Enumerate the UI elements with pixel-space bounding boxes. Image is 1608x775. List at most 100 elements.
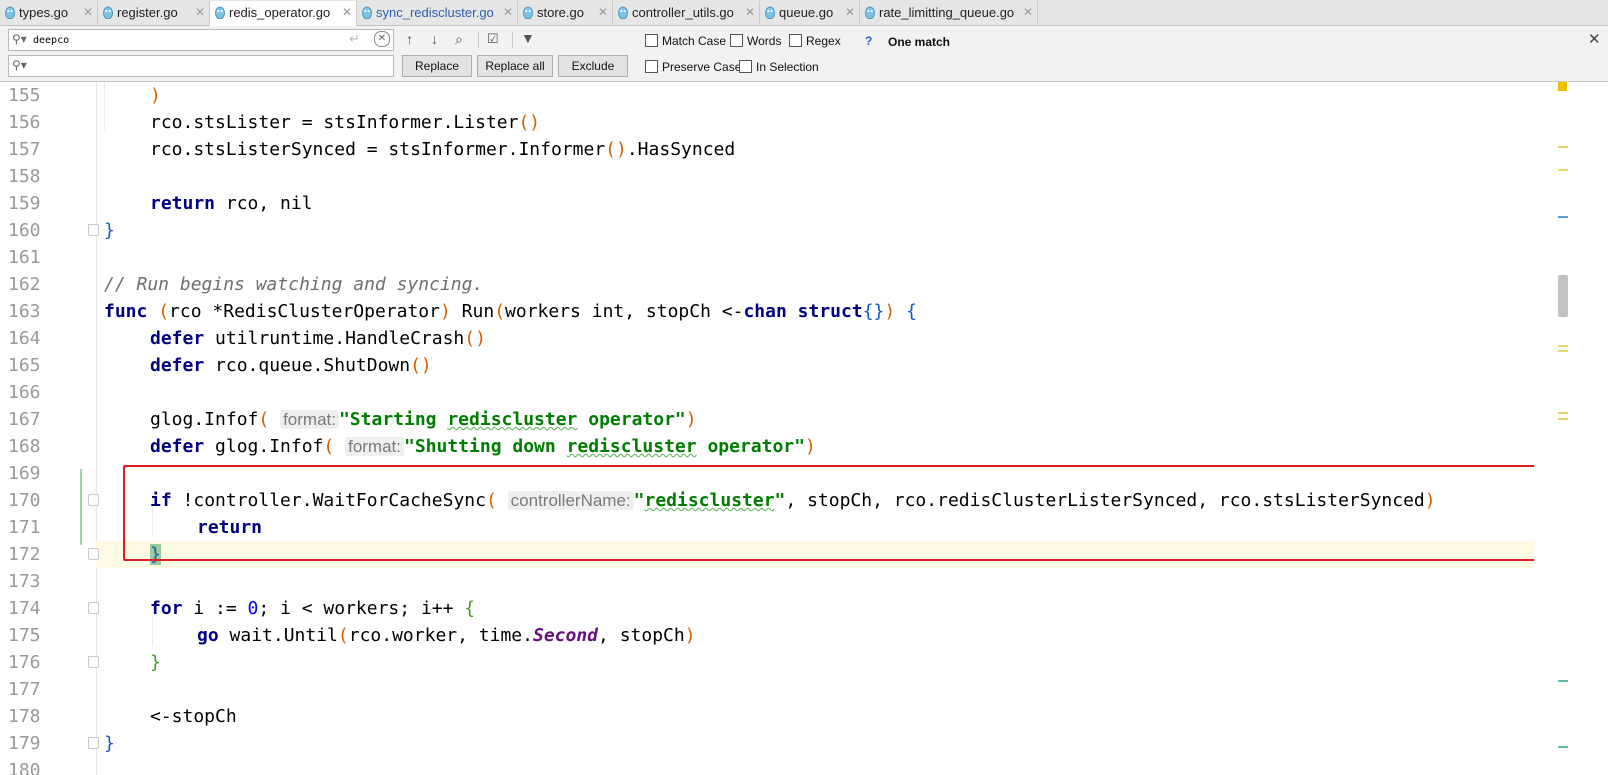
tab-close-icon[interactable]: ✕	[598, 1, 608, 24]
code-line-164: 164 defer utilruntime.HandleCrash()	[0, 325, 1570, 352]
tab-label: controller_utils.go	[632, 5, 734, 20]
code-line-165: 165 defer rco.queue.ShutDown()	[0, 352, 1570, 379]
tab-close-icon[interactable]: ✕	[1023, 1, 1033, 24]
code-editor[interactable]: 155 ) 156 rco.stsLister = stsInformer.Li…	[0, 82, 1608, 775]
code-line-168: 168 defer glog.Infof( format: "Shutting d…	[0, 433, 1570, 460]
match-case-checkbox[interactable]: Match Case	[645, 34, 726, 48]
match-count: One match	[888, 35, 951, 49]
error-stripe[interactable]	[1534, 82, 1568, 775]
stripe-marker[interactable]	[1558, 350, 1568, 352]
fold-icon[interactable]	[88, 548, 99, 560]
tab-rate-limitting-queue-go[interactable]: rate_limitting_queue.go ✕	[860, 1, 1038, 24]
tab-close-icon[interactable]: ✕	[845, 1, 855, 24]
stripe-marker[interactable]	[1558, 418, 1568, 420]
line-number: 167	[8, 409, 41, 430]
fold-icon[interactable]	[88, 224, 99, 236]
code-text: defer rco.queue.ShutDown()	[150, 355, 432, 376]
line-number: 177	[8, 679, 41, 700]
line-number: 166	[8, 382, 41, 403]
replace-input[interactable]	[33, 58, 333, 74]
go-gopher-icon	[5, 6, 15, 19]
filter-icon[interactable]: ▼	[521, 30, 535, 46]
code-line-175: 175 go wait.Until(rco.worker, time.Secon…	[0, 622, 1570, 649]
next-occurrence-icon[interactable]: ↓	[431, 31, 438, 47]
regex-checkbox[interactable]: Regex	[789, 34, 841, 48]
search-input[interactable]	[33, 32, 333, 48]
warning-indicator-icon[interactable]	[1558, 82, 1567, 91]
clear-search-icon[interactable]: ✕	[374, 31, 390, 47]
stripe-marker[interactable]	[1558, 216, 1568, 218]
tab-close-icon[interactable]: ✕	[83, 1, 93, 24]
fold-icon[interactable]	[88, 656, 99, 668]
line-number: 165	[8, 355, 41, 376]
tab-queue-go[interactable]: queue.go ✕	[760, 1, 860, 24]
newline-icon[interactable]: ↵	[349, 31, 360, 47]
code-text: glog.Infof( format: "Starting rediscluste…	[150, 409, 697, 430]
fold-icon[interactable]	[88, 494, 99, 506]
stripe-marker[interactable]	[1558, 412, 1568, 414]
tab-close-icon[interactable]: ✕	[195, 1, 205, 24]
fold-icon[interactable]	[88, 602, 99, 614]
line-number: 162	[8, 274, 41, 295]
line-number: 164	[8, 328, 41, 349]
scrollbar-thumb[interactable]	[1558, 275, 1568, 317]
code-text: rco.stsListerSynced = stsInformer.Inform…	[150, 139, 736, 160]
code-text: for i := 0; i < workers; i++ {	[150, 598, 476, 619]
code-line-157: 157 rco.stsListerSynced = stsInformer.In…	[0, 136, 1570, 163]
line-number: 159	[8, 193, 41, 214]
fold-icon[interactable]	[88, 737, 99, 749]
tab-types-go[interactable]: types.go ✕	[0, 1, 98, 24]
code-line-162: 162 // Run begins watching and syncing.	[0, 271, 1570, 298]
tab-close-icon[interactable]: ✕	[503, 1, 513, 24]
stripe-marker[interactable]	[1558, 146, 1568, 148]
stripe-marker[interactable]	[1558, 680, 1568, 682]
close-icon[interactable]: ✕	[1588, 30, 1601, 48]
parameter-hint: format:	[345, 437, 404, 456]
stripe-marker[interactable]	[1558, 169, 1568, 171]
tab-store-go[interactable]: store.go ✕	[518, 1, 613, 24]
stripe-marker[interactable]	[1558, 746, 1568, 748]
gutter-line-172: 172	[0, 541, 99, 568]
search-field[interactable]: ⚲▾ ↵ ✕	[8, 29, 394, 51]
code-text: }	[104, 220, 115, 241]
go-gopher-icon	[215, 6, 225, 19]
toolbar-separator	[512, 32, 513, 48]
select-all-occurrences-icon[interactable]: ☑	[487, 31, 499, 47]
go-gopher-icon	[362, 6, 372, 19]
line-number: 170	[8, 490, 41, 511]
go-gopher-icon	[618, 6, 628, 19]
tab-controller-utils-go[interactable]: controller_utils.go ✕	[613, 1, 760, 24]
stripe-marker[interactable]	[1558, 345, 1568, 347]
tab-close-icon[interactable]: ✕	[342, 1, 352, 24]
in-selection-checkbox[interactable]: In Selection	[739, 60, 819, 74]
line-number: 175	[8, 625, 41, 646]
tab-redis-operator-go[interactable]: redis_operator.go ✕	[210, 1, 357, 26]
replace-button[interactable]: Replace	[402, 55, 472, 77]
tab-label: sync_rediscluster.go	[376, 5, 494, 20]
tab-register-go[interactable]: register.go ✕	[98, 1, 210, 24]
match-case-label: Match Case	[662, 34, 727, 48]
line-number: 158	[8, 166, 41, 187]
code-line-180: 180	[0, 757, 1570, 775]
prev-occurrence-icon[interactable]: ↑	[406, 31, 413, 47]
tab-close-icon[interactable]: ✕	[745, 1, 755, 24]
regex-help-link[interactable]: ?	[865, 34, 872, 48]
code-line-163: 163 func (rco *RedisClusterOperator) Run…	[0, 298, 1570, 325]
line-number: 180	[8, 760, 41, 775]
find-all-icon[interactable]: ⌕	[455, 31, 463, 48]
search-history-icon[interactable]: ⚲▾	[12, 32, 27, 46]
words-checkbox[interactable]: Words	[730, 34, 781, 48]
line-number: 156	[8, 112, 41, 133]
go-gopher-icon	[523, 6, 533, 19]
code-text: defer glog.Infof( format: "Shutting down …	[150, 436, 816, 457]
replace-field[interactable]: ⚲▾	[8, 55, 394, 77]
code-text: )	[150, 85, 161, 106]
code-line-160: 160 }	[0, 217, 1570, 244]
code-text: }	[150, 652, 161, 673]
replace-all-button[interactable]: Replace all	[477, 55, 553, 77]
exclude-button[interactable]: Exclude	[558, 55, 628, 77]
preserve-case-checkbox[interactable]: Preserve Case	[645, 60, 741, 74]
tab-sync-rediscluster-go[interactable]: sync_rediscluster.go ✕	[357, 1, 518, 24]
replace-history-icon[interactable]: ⚲▾	[12, 58, 27, 72]
line-number: 160	[8, 220, 41, 241]
